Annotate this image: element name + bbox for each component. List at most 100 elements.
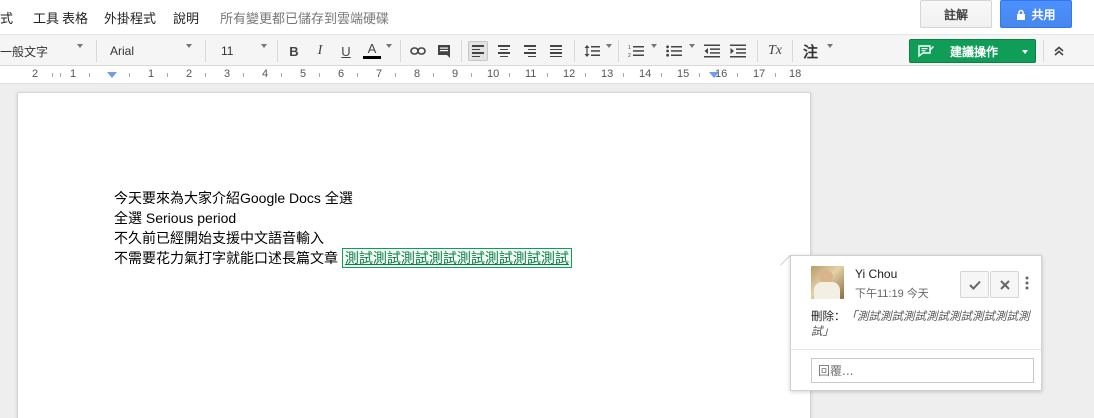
ruler-label: 17	[753, 68, 766, 80]
svg-text:1: 1	[628, 45, 631, 51]
text-color-letter: A	[367, 41, 377, 56]
menu-addons[interactable]: 外掛程式	[104, 8, 156, 27]
align-left-icon[interactable]	[468, 41, 488, 61]
line-spacing-icon[interactable]	[582, 41, 602, 61]
ruler-label: 1	[70, 68, 77, 80]
reject-suggestion-button[interactable]	[990, 271, 1019, 298]
ruler-tick	[585, 73, 586, 77]
style-select[interactable]: 一般文字	[0, 40, 48, 62]
ruler-label: 5	[300, 68, 307, 80]
ruler-tick	[357, 73, 358, 77]
ruler-tick	[775, 73, 776, 77]
ruler[interactable]: 2 1 1 2 3 4 5 6 7 8 9 10 11 12 13 14 15 …	[0, 66, 1094, 84]
indent-marker-icon[interactable]	[107, 72, 117, 78]
accept-suggestion-button[interactable]	[960, 271, 989, 298]
font-caret-icon	[186, 44, 192, 48]
ruler-tick	[509, 73, 510, 77]
ruler-label: 11	[525, 68, 537, 80]
ruler-label: 15	[677, 68, 690, 80]
suggest-mode-icon	[918, 44, 934, 58]
svg-text:2: 2	[628, 53, 631, 58]
delete-label: 刪除：	[811, 311, 846, 323]
suggestion-description: 刪除：「測試測試測試測試測試測試測試測試」	[811, 310, 1036, 340]
toolbar-divider	[277, 40, 278, 62]
toolbar-divider	[574, 40, 575, 62]
ruler-label: 12	[563, 68, 576, 80]
ruler-label: 10	[487, 68, 500, 80]
ruler-label: 4	[262, 68, 269, 80]
bulleted-list-caret-icon	[689, 44, 695, 48]
text-color-button[interactable]: A	[362, 41, 382, 61]
toolbar-divider	[461, 40, 462, 62]
collapse-toolbar-icon[interactable]	[1049, 41, 1069, 61]
ruler-label: 18	[789, 68, 802, 80]
ruler-label: 2	[186, 68, 193, 80]
footnote-button[interactable]: 注	[803, 40, 818, 62]
reply-input[interactable]	[811, 358, 1034, 383]
font-select[interactable]: Arial	[110, 40, 134, 62]
align-right-icon[interactable]	[520, 41, 540, 61]
menu-tools[interactable]: 工具	[33, 8, 59, 27]
more-options-icon[interactable]	[1025, 276, 1029, 294]
ruler-label: 3	[224, 68, 231, 80]
suggestion-card[interactable]: Yi Chou 下午11:19 今天 刪除：「測試測試測試測試測試測試測試測試」	[790, 255, 1042, 391]
font-size-value: 11	[221, 44, 234, 58]
style-caret-icon	[77, 44, 83, 48]
ruler-tick	[89, 73, 90, 77]
style-select-value: 一般文字	[0, 44, 49, 59]
save-status[interactable]: 所有變更都已儲存到雲端硬碟	[220, 8, 389, 27]
bulleted-list-icon[interactable]	[664, 41, 684, 61]
ruler-tick	[661, 73, 662, 77]
doc-line-2[interactable]: 全選 Serious period	[114, 209, 236, 227]
text-color-caret-icon	[386, 44, 392, 48]
insert-link-icon[interactable]	[408, 41, 428, 61]
document-page[interactable]: 今天要來為大家介紹Google Docs 全選 全選 Serious perio…	[17, 92, 811, 418]
line-spacing-caret-icon	[606, 44, 612, 48]
align-center-icon[interactable]	[494, 41, 514, 61]
doc-line-3[interactable]: 不久前已經開始支援中文語音輸入	[114, 229, 324, 247]
comments-button-label: 註解	[943, 7, 968, 22]
clear-formatting-icon[interactable]: Tx	[765, 41, 785, 61]
suggested-deletion[interactable]: 測試測試測試測試測試測試測試測試	[341, 248, 572, 268]
doc-line-4[interactable]: 不需要花力氣打字就能口述長篇文章 測試測試測試測試測試測試測試測試	[114, 248, 572, 268]
underline-button[interactable]: U	[336, 41, 356, 61]
increase-indent-icon[interactable]	[728, 41, 748, 61]
comments-button[interactable]: 註解	[920, 0, 992, 28]
footnote-label: 注	[803, 42, 819, 61]
ruler-tick	[60, 73, 61, 77]
lock-icon	[1017, 9, 1026, 20]
ruler-label: 6	[338, 68, 345, 80]
ruler-tick	[52, 73, 53, 77]
ruler-tick	[433, 73, 434, 77]
check-icon	[968, 280, 981, 290]
numbered-list-caret-icon	[651, 44, 657, 48]
ruler-tick	[623, 73, 624, 77]
menu-table[interactable]: 表格	[62, 8, 88, 27]
ruler-label: 13	[601, 68, 614, 80]
align-justify-icon[interactable]	[546, 41, 566, 61]
size-caret-icon	[261, 44, 267, 48]
ruler-tick	[243, 73, 244, 77]
font-size-select[interactable]: 11	[221, 40, 233, 62]
doc-line-1[interactable]: 今天要來為大家介紹Google Docs 全選	[114, 189, 353, 207]
italic-button[interactable]: I	[310, 41, 330, 61]
numbered-list-icon[interactable]: 12	[626, 41, 646, 61]
close-icon	[999, 279, 1010, 290]
menu-help[interactable]: 說明	[173, 8, 199, 27]
avatar	[811, 266, 844, 299]
menu-format[interactable]: 式	[0, 8, 13, 27]
toolbar-divider	[792, 40, 793, 62]
ruler-tick	[205, 73, 206, 77]
toolbar: 一般文字 Arial 11 B I U A 12 Tx 注 建議操作	[0, 34, 1094, 66]
doc-line-4-text: 不需要花力氣打字就能口述長篇文章	[114, 250, 342, 266]
toolbar-divider	[757, 40, 758, 62]
decrease-indent-icon[interactable]	[702, 41, 722, 61]
suggest-edits-button[interactable]: 建議操作	[909, 39, 1036, 63]
ruler-tick	[737, 73, 738, 77]
footnote-caret-icon	[827, 44, 833, 48]
share-button[interactable]: 共用	[1000, 0, 1072, 28]
comment-author: Yi Chou	[855, 267, 898, 281]
ruler-tick	[471, 73, 472, 77]
bold-button[interactable]: B	[284, 41, 304, 61]
insert-comment-icon[interactable]	[434, 41, 454, 61]
